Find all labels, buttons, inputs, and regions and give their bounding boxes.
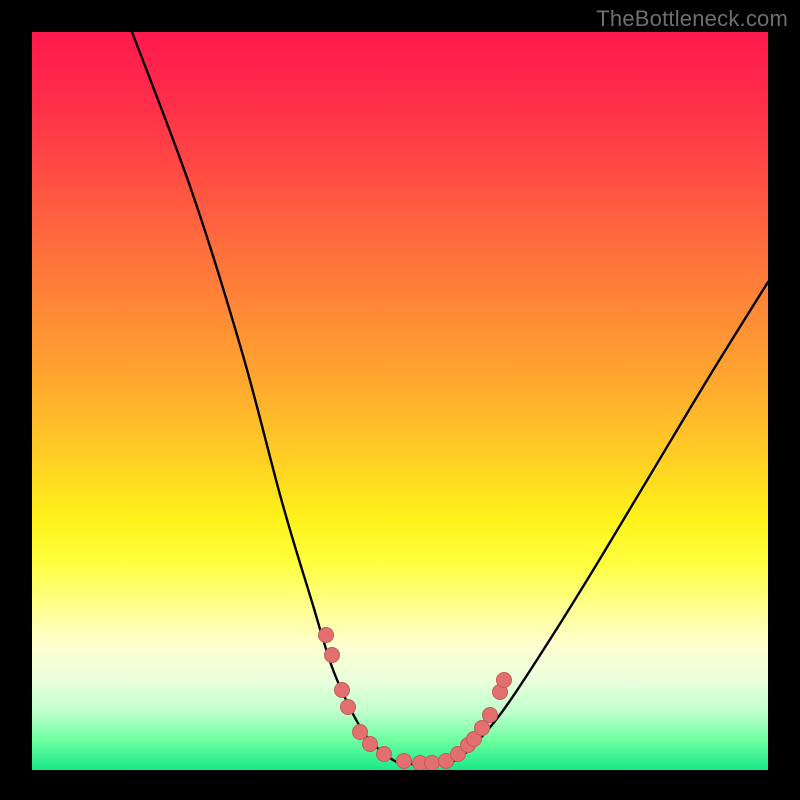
marker-dot — [335, 683, 350, 698]
bottleneck-curve — [132, 32, 768, 764]
curve-svg — [32, 32, 768, 770]
marker-dot — [325, 648, 340, 663]
marker-dot — [341, 700, 356, 715]
marker-dot — [397, 754, 412, 769]
marker-dot — [353, 725, 368, 740]
marker-dot — [475, 721, 490, 736]
marker-dot — [425, 756, 440, 771]
plot-area — [32, 32, 768, 770]
marker-dot — [377, 747, 392, 762]
chart-frame: TheBottleneck.com — [0, 0, 800, 800]
marker-group — [319, 628, 512, 771]
watermark-text: TheBottleneck.com — [596, 6, 788, 32]
marker-dot — [497, 673, 512, 688]
marker-dot — [363, 737, 378, 752]
marker-dot — [319, 628, 334, 643]
marker-dot — [483, 708, 498, 723]
